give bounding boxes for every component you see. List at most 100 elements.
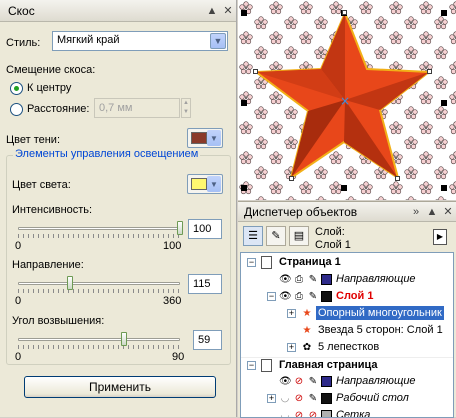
chevron-down-icon: ▼ <box>207 176 221 192</box>
close-icon[interactable]: ✕ <box>220 3 236 19</box>
pencil-icon[interactable]: ✎ <box>307 274 319 285</box>
elevation-input[interactable]: 59 <box>193 330 222 350</box>
tree-row-label: 5 лепестков <box>318 341 380 353</box>
collapse-toggle-icon[interactable]: − <box>247 361 256 370</box>
chevron-down-icon[interactable]: ▼ <box>210 33 226 49</box>
layer-color-icon[interactable] <box>321 274 332 285</box>
object-manager-title: Диспетчер объектов <box>244 204 358 219</box>
tree-row-page1[interactable]: − Страница 1 <box>241 255 453 271</box>
distance-radio[interactable] <box>10 103 23 116</box>
direction-label: Направление: <box>12 259 84 271</box>
eye-icon[interactable]: 👁 <box>279 291 292 302</box>
show-properties-icon[interactable]: ☰ <box>243 226 263 246</box>
node-handle[interactable] <box>395 176 400 181</box>
bevel-title: Скос <box>8 3 35 18</box>
node-handle[interactable] <box>289 176 294 181</box>
tree-row-label: Направляющие <box>336 375 416 387</box>
direction-input[interactable]: 115 <box>188 274 222 294</box>
eye-hidden-icon[interactable]: ◡ <box>279 393 291 404</box>
selection-handle[interactable] <box>241 100 247 106</box>
tree-row-petals[interactable]: + ✿ 5 лепестков <box>241 340 453 356</box>
intensity-slider[interactable] <box>18 221 183 238</box>
layer-color-icon[interactable] <box>321 291 332 302</box>
chevron-down-icon: ▼ <box>207 130 221 146</box>
collapse-toggle-icon[interactable]: − <box>267 292 276 301</box>
tree-row-label: Рабочий стол <box>336 392 409 404</box>
selection-handle[interactable] <box>241 10 247 16</box>
intensity-ticks <box>18 234 180 238</box>
tree-row-control-polygon[interactable]: + ★ Опорный многоугольник <box>241 306 453 322</box>
selection-handle[interactable] <box>441 100 447 106</box>
star-icon: ★ <box>302 308 312 319</box>
selection-handle[interactable] <box>441 10 447 16</box>
expand-toggle-icon[interactable]: + <box>267 394 276 403</box>
direction-thumb[interactable] <box>66 276 73 290</box>
object-manager-docker: Диспетчер объектов » ▲ ✕ ☰ ✎ ▤ Слой: Сло… <box>238 201 456 418</box>
node-handle[interactable] <box>342 10 347 15</box>
pencil-icon[interactable]: ✎ <box>307 376 319 387</box>
expand-docker-icon[interactable]: » <box>408 204 424 220</box>
distance-input[interactable]: 0,7 мм <box>94 98 180 118</box>
layer-color-icon[interactable] <box>321 393 332 404</box>
selection-handle[interactable] <box>341 185 347 191</box>
close-icon[interactable]: ✕ <box>440 204 456 220</box>
distance-spinner[interactable]: ▲ ▼ <box>181 98 191 118</box>
flyout-arrow-icon[interactable]: ▶ <box>433 229 447 245</box>
tree-row-label: Направляющие <box>336 273 416 285</box>
tree-row-guides[interactable]: 👁 ⎙ ✎ Направляющие <box>241 272 453 288</box>
collapse-toggle-icon[interactable]: − <box>247 258 256 267</box>
light-color-label: Цвет света: <box>12 179 71 191</box>
star-icon: ★ <box>302 325 312 336</box>
style-dropdown[interactable]: Мягкий край ▼ <box>52 31 228 51</box>
bevel-docker: Скос ▲ ✕ Стиль: Мягкий край ▼ Смещение с… <box>0 0 237 417</box>
selection-handle[interactable] <box>241 185 247 191</box>
layer-manager-view-icon[interactable]: ▤ <box>289 226 309 246</box>
intensity-track <box>18 227 180 230</box>
printer-disabled-icon[interactable]: ⊘ <box>293 393 305 404</box>
pencil-icon[interactable]: ✎ <box>307 291 319 302</box>
shadow-color-swatch <box>191 132 207 144</box>
tree-row-desktop[interactable]: + ◡ ⊘ ✎ Рабочий стол <box>241 391 453 407</box>
direction-max: 360 <box>163 295 182 307</box>
page-icon <box>261 359 272 372</box>
tree-row-master-page[interactable]: − Главная страница <box>241 357 453 373</box>
direction-slider[interactable] <box>18 276 180 293</box>
intensity-min: 0 <box>15 240 22 252</box>
tree-row-label: Страница 1 <box>279 256 341 268</box>
eye-icon[interactable]: 👁 <box>279 376 292 387</box>
node-handle[interactable] <box>427 69 432 74</box>
elevation-track <box>18 338 180 341</box>
printer-icon[interactable]: ⎙ <box>293 291 305 302</box>
elevation-thumb[interactable] <box>121 332 128 346</box>
elevation-slider[interactable] <box>18 332 180 349</box>
shadow-color-label: Цвет тени: <box>6 134 61 146</box>
drawing-canvas[interactable]: × <box>238 0 456 200</box>
object-tree: − Страница 1 👁 ⎙ ✎ Направляющие − 👁 ⎙ ✎ … <box>240 252 454 418</box>
intensity-label: Интенсивность: <box>12 204 93 216</box>
light-color-picker[interactable]: ▼ <box>187 174 223 194</box>
tree-row-master-guides[interactable]: 👁 ⊘ ✎ Направляющие <box>241 374 453 390</box>
tree-row-label: Главная страница <box>279 359 378 371</box>
collapse-icon[interactable]: ▲ <box>424 204 440 220</box>
elevation-label: Угол возвышения: <box>12 315 105 327</box>
intensity-thumb[interactable] <box>177 221 183 235</box>
printer-disabled-icon[interactable]: ⊘ <box>293 376 305 387</box>
expand-toggle-icon[interactable]: + <box>287 309 296 318</box>
node-handle[interactable] <box>253 69 258 74</box>
tree-row-layer1[interactable]: − 👁 ⎙ ✎ Слой 1 <box>241 289 453 305</box>
pencil-icon[interactable]: ✎ <box>307 393 319 404</box>
intensity-input[interactable]: 100 <box>188 219 222 239</box>
to-center-radio[interactable] <box>10 82 23 95</box>
selection-handle[interactable] <box>441 185 447 191</box>
shadow-color-picker[interactable]: ▼ <box>187 128 223 148</box>
bevel-titlebar: Скос ▲ ✕ <box>0 0 236 22</box>
tree-row-star[interactable]: ★ Звезда 5 сторон: Слой 1 <box>241 323 453 339</box>
layer-color-icon[interactable] <box>321 376 332 387</box>
apply-button[interactable]: Применить <box>24 376 216 398</box>
collapse-icon[interactable]: ▲ <box>204 3 220 19</box>
eye-icon[interactable]: 👁 <box>279 274 292 285</box>
edit-across-layers-icon[interactable]: ✎ <box>266 226 286 246</box>
expand-toggle-icon[interactable]: + <box>287 343 296 352</box>
printer-icon[interactable]: ⎙ <box>293 274 305 285</box>
intensity-value: 100 <box>193 223 212 235</box>
